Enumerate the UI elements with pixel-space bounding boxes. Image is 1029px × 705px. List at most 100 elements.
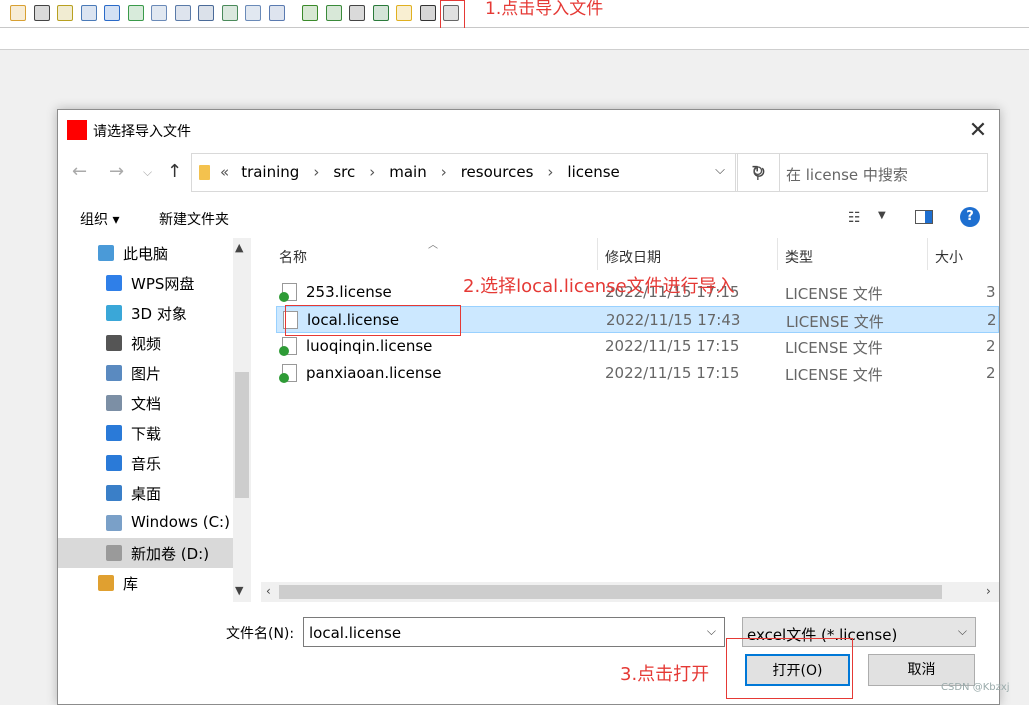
folder-icon[interactable]	[396, 5, 412, 21]
column-divider[interactable]	[777, 238, 778, 270]
chevron-down-icon[interactable]: ⌵	[958, 624, 967, 639]
sidebar-item[interactable]: 下载	[58, 418, 233, 448]
stack-icon[interactable]	[80, 5, 97, 21]
sync-check-icon	[279, 292, 289, 302]
desktop-icon	[106, 485, 122, 501]
scroll-up-icon[interactable]: ▲	[235, 241, 243, 254]
excel-icon[interactable]	[372, 5, 389, 21]
chevron-down-icon[interactable]: ⌵	[715, 163, 725, 178]
column-size[interactable]: 大小	[935, 247, 963, 267]
file-row[interactable]: luoqinqin.license 2022/11/15 17:15 LICENSE…	[276, 333, 999, 360]
lock-icon[interactable]	[419, 5, 436, 21]
breadcrumb-separator[interactable]: ›	[547, 163, 553, 181]
breadcrumb-resources[interactable]: resources	[461, 163, 534, 181]
window-icon[interactable]	[198, 5, 214, 21]
sidebar-item[interactable]: 视频	[58, 328, 233, 358]
breadcrumb-separator[interactable]: ›	[441, 163, 447, 181]
search-placeholder: 在 license 中搜索	[786, 166, 908, 184]
address-bar[interactable]: « training › src › main › resources › li…	[191, 153, 738, 192]
column-type[interactable]: 类型	[785, 247, 813, 267]
sidebar-item[interactable]: 桌面	[58, 478, 233, 508]
link-icon[interactable]	[349, 5, 365, 21]
chart-icon[interactable]	[221, 5, 238, 21]
annotation-step2: 2.选择local.license文件进行导入	[463, 276, 735, 297]
close-icon[interactable]: ✕	[958, 114, 998, 148]
file-size: 3	[986, 283, 996, 301]
file-row[interactable]: panxiaoan.license 2022/11/15 17:15 LICENSE…	[276, 360, 999, 387]
hand-icon[interactable]	[33, 5, 50, 21]
sidebar-item[interactable]: 3D 对象	[58, 298, 233, 328]
grid-icon[interactable]	[151, 5, 167, 21]
sync-check-icon	[279, 346, 289, 356]
breadcrumb-overflow[interactable]: «	[220, 163, 229, 181]
sidebar-item[interactable]: 库	[58, 568, 233, 598]
hammer-icon[interactable]	[325, 5, 342, 21]
back-icon[interactable]: ←	[72, 160, 87, 184]
view-options-icon[interactable]: ☷	[848, 210, 861, 226]
sidebar-item-label: 新加卷 (D:)	[131, 545, 210, 563]
column-date[interactable]: 修改日期	[605, 247, 661, 267]
layers-icon[interactable]	[245, 5, 261, 21]
sidebar-item-label: Windows (C:)	[131, 513, 230, 531]
workspace-band	[0, 28, 1029, 50]
sidebar-item[interactable]: 新加卷 (D:)	[58, 538, 233, 568]
breadcrumb-training[interactable]: training	[241, 163, 299, 181]
scroll-left-icon[interactable]: ‹	[266, 584, 271, 598]
pencil-icon[interactable]	[10, 5, 26, 21]
note-icon[interactable]	[57, 5, 73, 21]
column-name[interactable]: 名称	[279, 247, 307, 267]
library-icon	[98, 575, 114, 591]
selected-file-highlight	[285, 305, 461, 336]
new-folder-button[interactable]: 新建文件夹	[159, 209, 229, 229]
cloud-icon	[106, 275, 122, 291]
filename-input[interactable]: local.license ⌵	[303, 617, 725, 647]
recent-locations-icon[interactable]: ⌵	[143, 160, 152, 184]
download-icon	[106, 425, 122, 441]
column-divider[interactable]	[597, 238, 598, 270]
panels-icon[interactable]	[268, 5, 285, 21]
scroll-thumb[interactable]	[279, 585, 942, 599]
sidebar-item[interactable]: 文档	[58, 388, 233, 418]
scroll-thumb[interactable]	[235, 372, 249, 498]
sidebar-item-label: 文档	[131, 395, 162, 413]
import-button-highlight	[440, 0, 465, 31]
sidebar-item[interactable]: WPS网盘	[58, 268, 233, 298]
breadcrumb-separator[interactable]: ›	[313, 163, 319, 181]
breadcrumb-separator[interactable]: ›	[369, 163, 375, 181]
chevron-down-icon[interactable]: ⌵	[707, 624, 716, 639]
sidebar-item[interactable]: 音乐	[58, 448, 233, 478]
nav-scrollbar[interactable]: ▲ ▼	[233, 238, 251, 602]
file-name: panxiaoan.license	[306, 364, 442, 382]
search-input[interactable]: ⚲ 在 license 中搜索	[735, 153, 988, 192]
file-type: LICENSE 文件	[785, 339, 883, 357]
column-divider[interactable]	[927, 238, 928, 270]
open-button[interactable]: 打开(O)	[745, 654, 850, 686]
file-size: 2	[987, 311, 997, 329]
shapes-icon[interactable]	[127, 5, 144, 21]
forward-icon[interactable]: →	[109, 160, 124, 184]
up-folder-icon[interactable]: ↑	[167, 160, 182, 184]
sidebar-item[interactable]: 图片	[58, 358, 233, 388]
breadcrumb-main[interactable]: main	[389, 163, 426, 181]
scroll-right-icon[interactable]: ›	[986, 584, 991, 598]
horizontal-scrollbar[interactable]: ‹ ›	[261, 582, 999, 602]
sidebar-item-label: 桌面	[131, 485, 162, 503]
app-icon	[67, 120, 87, 140]
view-dropdown-icon[interactable]: ▼	[878, 210, 886, 221]
word-icon[interactable]	[104, 5, 120, 21]
filename-label: 文件名(N):	[226, 626, 295, 642]
scroll-down-icon[interactable]: ▼	[235, 584, 243, 597]
sidebar-item-label: 3D 对象	[131, 305, 187, 323]
preview-pane-icon[interactable]	[915, 210, 933, 224]
breadcrumb-license[interactable]: license	[567, 163, 619, 181]
cube-icon	[106, 305, 122, 321]
breadcrumb: « training › src › main › resources › li…	[220, 163, 620, 181]
help-icon[interactable]: ?	[960, 207, 980, 227]
sidebar-item[interactable]: Windows (C:)	[58, 508, 233, 538]
form-icon[interactable]	[174, 5, 191, 21]
organize-menu[interactable]: 组织 ▾	[80, 209, 119, 229]
breadcrumb-src[interactable]: src	[333, 163, 355, 181]
sidebar-item[interactable]: 此电脑	[58, 238, 233, 268]
p-icon[interactable]	[302, 5, 318, 21]
sidebar-item-label: 视频	[131, 335, 162, 353]
